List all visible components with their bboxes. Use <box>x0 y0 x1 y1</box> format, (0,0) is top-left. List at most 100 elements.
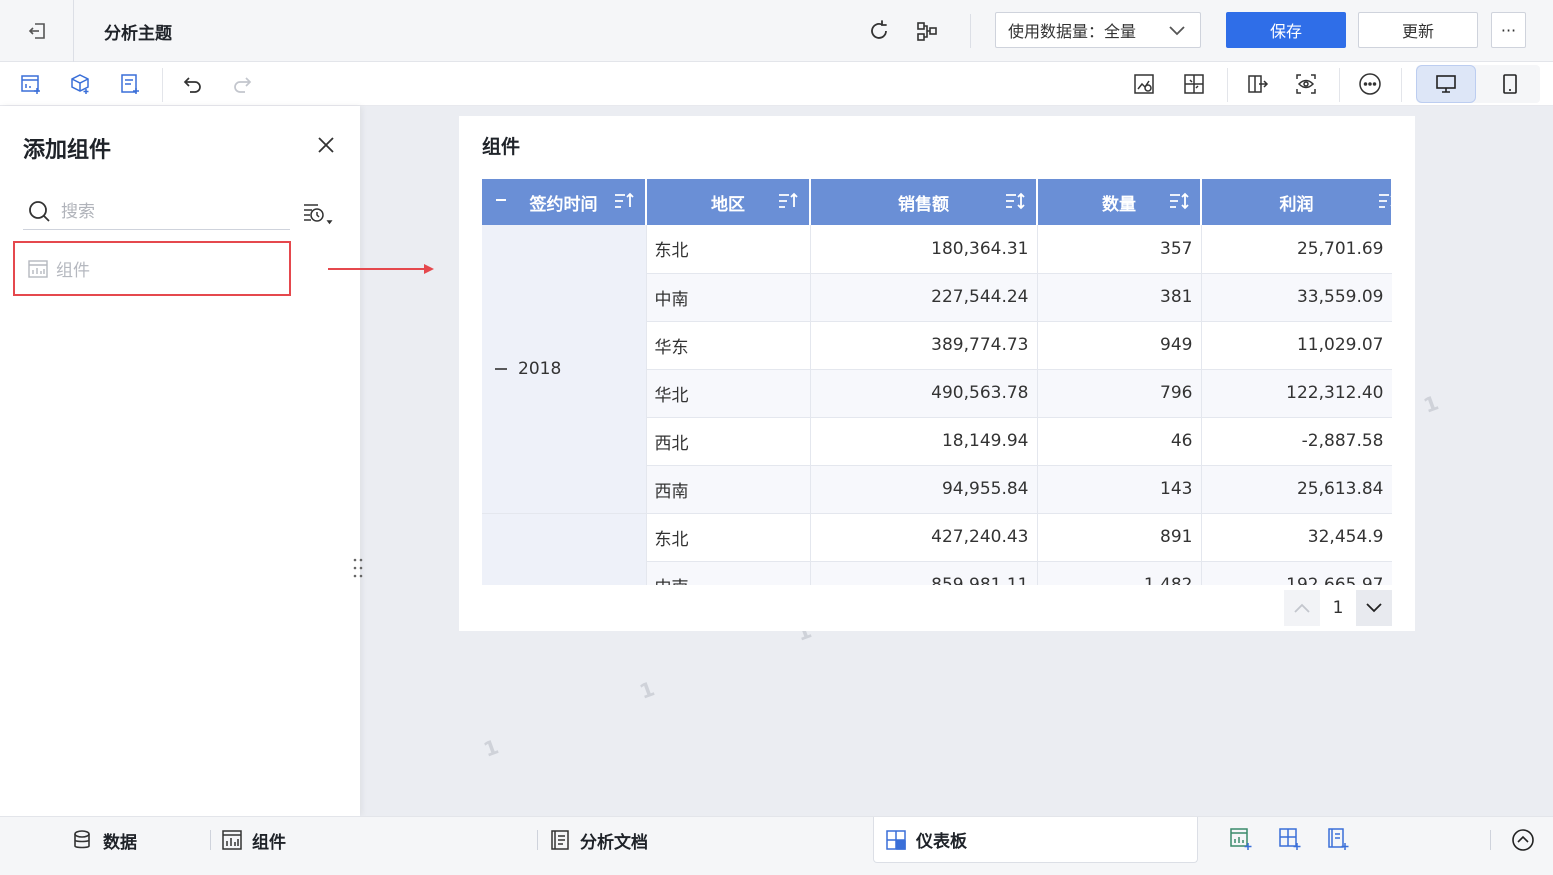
data-volume-select[interactable]: 使用数据量：全量 <box>995 12 1201 48</box>
toolbar-divider <box>162 68 163 102</box>
phone-icon <box>1501 73 1519 95</box>
lineage-icon <box>915 19 939 43</box>
dashboard-icon <box>886 829 906 850</box>
search-input[interactable] <box>61 201 281 222</box>
redo-icon <box>231 73 253 95</box>
tab-analysis-doc[interactable]: 分析文档 <box>550 817 648 863</box>
sales-cell: 389,774.73 <box>810 321 1038 370</box>
search-icon <box>27 199 53 225</box>
sort-both-icon[interactable] <box>1377 191 1392 211</box>
region-cell: 华东 <box>646 321 811 370</box>
theme-button[interactable] <box>1130 70 1158 98</box>
mobile-view-button[interactable] <box>1480 65 1540 103</box>
sales-cell: 427,240.43 <box>810 513 1038 562</box>
panel-resize-handle[interactable] <box>351 556 365 580</box>
header-sign-time[interactable]: 签约时间 <box>482 179 647 225</box>
header-sales[interactable]: 销售额 <box>810 179 1038 225</box>
toolbar-divider <box>1401 68 1402 102</box>
header-region[interactable]: 地区 <box>646 179 811 225</box>
quantity-cell: 381 <box>1037 273 1202 322</box>
collapse-bar-button[interactable] <box>1510 827 1536 853</box>
export-button[interactable] <box>1244 70 1272 98</box>
collapse-icon[interactable] <box>494 193 508 207</box>
profit-cell: 122,312.40 <box>1201 369 1392 418</box>
collapse-icon[interactable] <box>494 362 508 376</box>
header-profit[interactable]: 利润 <box>1201 179 1392 225</box>
region-cell: 西北 <box>646 417 811 466</box>
chevron-down-icon <box>1168 23 1186 37</box>
close-panel-button[interactable] <box>313 132 339 158</box>
chevron-up-icon <box>1293 602 1311 614</box>
sort-both-icon[interactable] <box>1004 191 1026 211</box>
profit-cell: 11,029.07 <box>1201 321 1392 370</box>
add-dashboard-icon <box>1278 827 1302 851</box>
sales-cell: 94,955.84 <box>810 465 1038 514</box>
tab-dashboard[interactable]: 仪表板 <box>873 817 1198 863</box>
refresh-button[interactable] <box>864 16 894 46</box>
bar-chart-icon <box>28 259 48 278</box>
add-chart-icon <box>20 73 42 95</box>
component-list-item[interactable]: 组件 <box>13 241 291 296</box>
sort-both-icon[interactable] <box>1168 191 1190 211</box>
redo-button[interactable] <box>228 70 256 98</box>
page-down-button[interactable] <box>1356 590 1392 626</box>
filter-history-button[interactable] <box>300 198 336 228</box>
page-up-button[interactable] <box>1284 590 1320 626</box>
add-widget-button[interactable] <box>66 70 94 98</box>
image-edit-icon <box>1133 73 1155 95</box>
quantity-cell: 1,482 <box>1037 561 1202 585</box>
quantity-cell: 949 <box>1037 321 1202 370</box>
save-button[interactable]: 保存 <box>1226 12 1346 48</box>
sort-asc-icon[interactable] <box>777 191 799 211</box>
preview-button[interactable] <box>1292 70 1320 98</box>
quantity-cell: 796 <box>1037 369 1202 418</box>
more-options-button[interactable]: ··· <box>1491 12 1526 48</box>
layout-button[interactable] <box>1180 70 1208 98</box>
drag-arrow-indicator <box>326 262 438 276</box>
profit-cell: -2,887.58 <box>1201 417 1392 466</box>
undo-button[interactable] <box>179 70 207 98</box>
tab-divider <box>210 830 211 850</box>
component-card[interactable]: 组件 签约时间 地区 销售额 数量 利润 2018 东北 180,364.31 … <box>459 116 1415 631</box>
more-tools-button[interactable] <box>1356 70 1384 98</box>
sales-cell: 18,149.94 <box>810 417 1038 466</box>
exit-button[interactable] <box>0 0 74 62</box>
page-title: 分析主题 <box>104 24 172 44</box>
header-quantity[interactable]: 数量 <box>1037 179 1202 225</box>
toolbar-divider <box>1339 68 1340 102</box>
lineage-button[interactable] <box>912 16 942 46</box>
tab-component[interactable]: 组件 <box>222 817 286 863</box>
add-text-button[interactable] <box>116 70 144 98</box>
region-cell: 中南 <box>646 561 811 585</box>
year-label: 2018 <box>518 358 562 379</box>
add-doc-tab-button[interactable] <box>1324 825 1352 853</box>
add-chart-button[interactable] <box>17 70 45 98</box>
sales-cell: 859,981.11 <box>810 561 1038 585</box>
profit-cell: 25,613.84 <box>1201 465 1392 514</box>
year-group-cell: 2018 <box>482 225 647 514</box>
add-text-icon <box>119 73 141 95</box>
pivot-table: 签约时间 地区 销售额 数量 利润 2018 东北 180,364.31 357… <box>482 179 1392 585</box>
pagination: 1 <box>1284 590 1392 626</box>
add-component-tab-button[interactable] <box>1227 825 1255 853</box>
exit-icon <box>26 20 48 42</box>
filter-history-icon <box>301 199 335 227</box>
monitor-icon <box>1435 73 1457 95</box>
sort-asc-icon[interactable] <box>613 191 635 211</box>
add-dashboard-tab-button[interactable] <box>1276 825 1304 853</box>
table-row: 东北 427,240.43 891 32,454.9 <box>482 513 1392 585</box>
watermark: 1 <box>1420 390 1442 418</box>
toolbar-divider <box>1227 68 1228 102</box>
desktop-view-button[interactable] <box>1416 65 1476 103</box>
header-divider <box>970 14 971 48</box>
region-cell: 东北 <box>646 225 811 274</box>
quantity-cell: 357 <box>1037 225 1202 274</box>
chevron-up-circle-icon <box>1511 828 1535 852</box>
region-cell: 华北 <box>646 369 811 418</box>
tab-divider <box>1490 830 1491 850</box>
add-document-icon <box>1326 827 1350 851</box>
tab-data[interactable]: 数据 <box>71 817 137 863</box>
update-button[interactable]: 更新 <box>1358 12 1478 48</box>
document-icon <box>550 830 570 850</box>
chevron-down-icon <box>1365 602 1383 614</box>
